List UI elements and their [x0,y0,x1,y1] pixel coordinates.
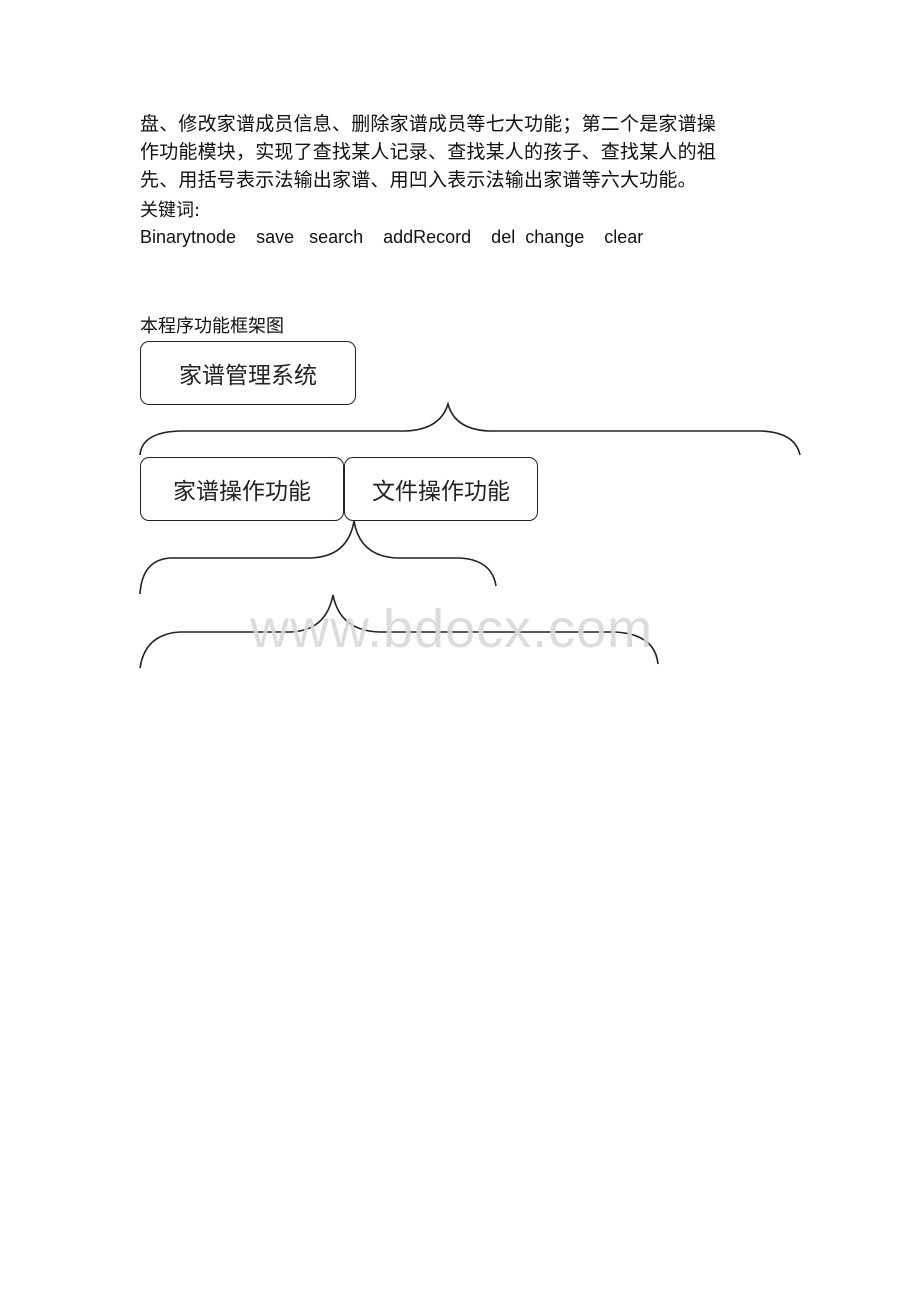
child-node-label: 文件操作功能 [372,479,510,505]
child-node-file-ops: 文件操作功能 [344,457,538,521]
brace-middle [139,520,497,595]
child-node-genealogy-ops: 家谱操作功能 [140,457,344,521]
child-node-label: 家谱操作功能 [173,479,311,505]
diagram-braces [139,401,801,669]
brace-top [139,401,801,456]
watermark: www.bdocx.com [250,599,654,659]
